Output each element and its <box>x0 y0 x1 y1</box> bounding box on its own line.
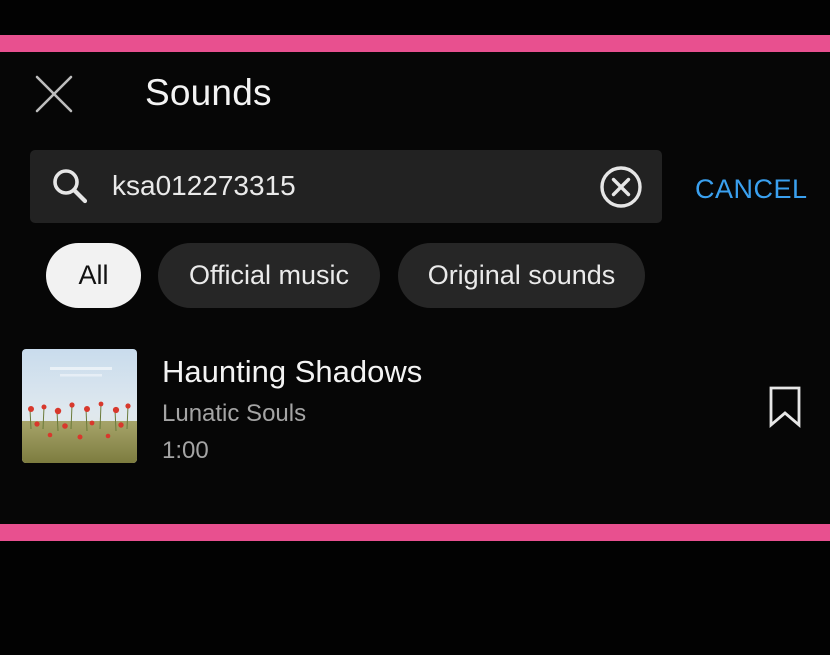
top-highlight-bar <box>0 35 830 52</box>
filter-chip-original-sounds[interactable]: Original sounds <box>398 243 645 308</box>
filter-chip-all[interactable]: All <box>46 243 141 308</box>
search-icon <box>50 166 90 206</box>
song-artist: Lunatic Souls <box>162 400 307 427</box>
song-title: Haunting Shadows <box>162 354 423 389</box>
bottom-highlight-bar <box>0 524 830 541</box>
bookmark-icon <box>769 386 801 429</box>
close-icon <box>35 75 73 113</box>
album-art <box>22 349 137 463</box>
sound-result-row[interactable]: Haunting Shadows Lunatic Souls 1:00 <box>0 340 830 470</box>
filter-chip-official-music[interactable]: Official music <box>158 243 380 308</box>
song-duration: 1:00 <box>162 437 209 464</box>
clear-search-button[interactable] <box>599 165 643 209</box>
screen: Sounds CANCEL All Official music Origina… <box>0 0 830 655</box>
page-title: Sounds <box>145 72 272 113</box>
search-bar[interactable] <box>30 150 662 223</box>
clear-circle-icon <box>600 166 642 208</box>
close-button[interactable] <box>34 74 74 114</box>
cancel-button[interactable]: CANCEL <box>695 174 808 205</box>
search-input[interactable] <box>112 164 582 208</box>
bookmark-button[interactable] <box>767 385 803 429</box>
